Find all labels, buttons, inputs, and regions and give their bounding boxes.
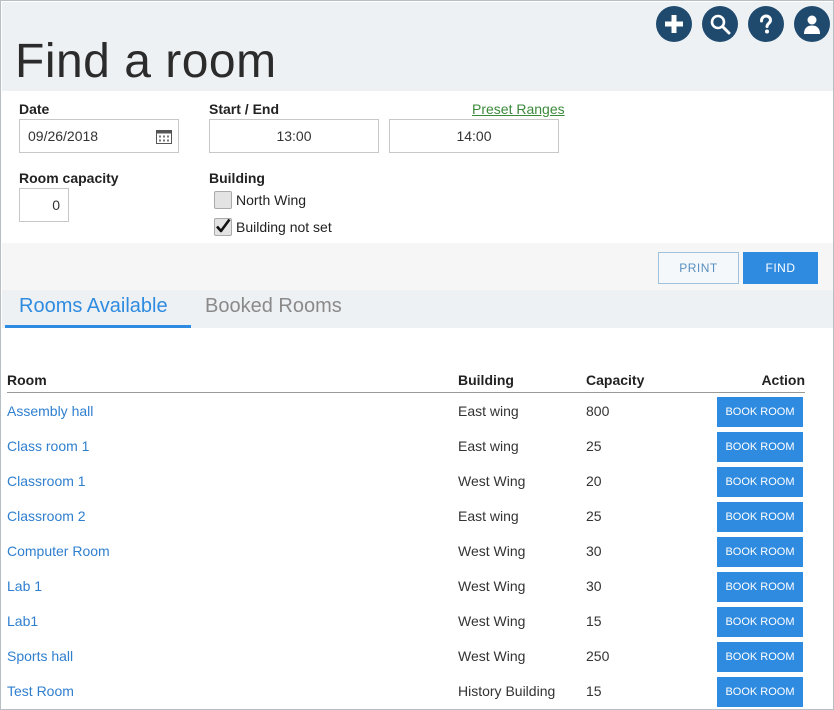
building-not-set-checkbox[interactable] — [214, 218, 232, 236]
table-row: Classroom 2 East wing 25 BOOK ROOM — [7, 498, 805, 533]
capacity-cell: 25 — [586, 508, 602, 524]
room-capacity-value: 0 — [52, 197, 60, 213]
date-label: Date — [19, 101, 50, 117]
capacity-cell: 30 — [586, 578, 602, 594]
room-link[interactable]: Sports hall — [7, 648, 73, 664]
north-wing-label: North Wing — [236, 192, 307, 208]
table-row: Class room 1 East wing 25 BOOK ROOM — [7, 428, 805, 463]
rooms-table: Room Building Capacity Action Assembly h… — [7, 369, 805, 708]
help-icon[interactable] — [748, 6, 784, 42]
table-row: Sports hall West Wing 250 BOOK ROOM — [7, 638, 805, 673]
building-cell: History Building — [458, 683, 556, 699]
action-bar: PRINT FIND — [2, 243, 833, 290]
end-time-value: 14:00 — [456, 128, 492, 144]
building-label: Building — [209, 170, 265, 186]
book-room-button[interactable]: BOOK ROOM — [717, 677, 803, 707]
book-room-button[interactable]: BOOK ROOM — [717, 467, 803, 497]
book-room-button[interactable]: BOOK ROOM — [717, 432, 803, 462]
building-cell: West Wing — [458, 543, 526, 559]
table-row: Classroom 1 West Wing 20 BOOK ROOM — [7, 463, 805, 498]
room-link[interactable]: Assembly hall — [7, 403, 93, 419]
user-icon[interactable] — [794, 6, 830, 42]
building-cell: East wing — [458, 508, 519, 524]
search-form: Date 09/26/2018 Start / End Preset Range… — [2, 91, 833, 243]
tab-rooms-available[interactable]: Rooms Available — [5, 295, 191, 328]
building-cell: East wing — [458, 438, 519, 454]
book-room-button[interactable]: BOOK ROOM — [717, 397, 803, 427]
table-row: Computer Room West Wing 30 BOOK ROOM — [7, 533, 805, 568]
building-not-set-label: Building not set — [236, 219, 332, 235]
find-button[interactable]: FIND — [743, 252, 818, 284]
building-option-north-wing[interactable]: North Wing — [214, 191, 306, 209]
column-header-capacity: Capacity — [586, 372, 645, 388]
building-cell: West Wing — [458, 613, 526, 629]
top-toolbar — [656, 6, 830, 42]
page-header: Find a room — [2, 2, 833, 91]
capacity-cell: 25 — [586, 438, 602, 454]
app-window: Find a room Date 09/26/2018 Start / End … — [0, 0, 834, 710]
capacity-cell: 15 — [586, 613, 602, 629]
capacity-cell: 800 — [586, 403, 610, 419]
room-link[interactable]: Classroom 2 — [7, 508, 86, 524]
preset-ranges-link[interactable]: Preset Ranges — [472, 101, 565, 117]
checkmark-icon — [216, 218, 231, 233]
print-button[interactable]: PRINT — [658, 252, 739, 284]
room-capacity-input[interactable]: 0 — [19, 188, 69, 222]
start-time-value: 13:00 — [276, 128, 312, 144]
building-option-not-set[interactable]: Building not set — [214, 218, 332, 236]
capacity-cell: 15 — [586, 683, 602, 699]
book-room-button[interactable]: BOOK ROOM — [717, 642, 803, 672]
search-icon[interactable] — [702, 6, 738, 42]
tab-booked-rooms[interactable]: Booked Rooms — [205, 295, 342, 328]
room-capacity-label: Room capacity — [19, 170, 119, 186]
room-link[interactable]: Classroom 1 — [7, 473, 86, 489]
capacity-cell: 20 — [586, 473, 602, 489]
book-room-button[interactable]: BOOK ROOM — [717, 537, 803, 567]
date-value: 09/26/2018 — [28, 128, 99, 144]
column-header-room: Room — [7, 372, 47, 388]
table-row: Assembly hall East wing 800 BOOK ROOM — [7, 393, 805, 428]
book-room-button[interactable]: BOOK ROOM — [717, 502, 803, 532]
building-cell: West Wing — [458, 648, 526, 664]
table-header: Room Building Capacity Action — [7, 369, 805, 393]
room-link[interactable]: Test Room — [7, 683, 74, 699]
table-row: Test Room History Building 15 BOOK ROOM — [7, 673, 805, 708]
start-end-label: Start / End — [209, 101, 280, 117]
room-link[interactable]: Lab1 — [7, 613, 38, 629]
date-input[interactable]: 09/26/2018 — [19, 119, 179, 153]
book-room-button[interactable]: BOOK ROOM — [717, 572, 803, 602]
column-header-action: Action — [761, 372, 805, 388]
room-link[interactable]: Lab 1 — [7, 578, 42, 594]
table-row: Lab1 West Wing 15 BOOK ROOM — [7, 603, 805, 638]
end-time-input[interactable]: 14:00 — [389, 119, 559, 153]
building-cell: West Wing — [458, 473, 526, 489]
room-link[interactable]: Computer Room — [7, 543, 110, 559]
page-title: Find a room — [15, 35, 277, 88]
capacity-cell: 250 — [586, 648, 610, 664]
column-header-building: Building — [458, 372, 514, 388]
building-cell: East wing — [458, 403, 519, 419]
north-wing-checkbox[interactable] — [214, 191, 232, 209]
calendar-icon[interactable] — [156, 129, 172, 144]
table-row: Lab 1 West Wing 30 BOOK ROOM — [7, 568, 805, 603]
room-link[interactable]: Class room 1 — [7, 438, 89, 454]
capacity-cell: 30 — [586, 543, 602, 559]
building-cell: West Wing — [458, 578, 526, 594]
book-room-button[interactable]: BOOK ROOM — [717, 607, 803, 637]
start-time-input[interactable]: 13:00 — [209, 119, 379, 153]
add-icon[interactable] — [656, 6, 692, 42]
results-tabs: Rooms Available Booked Rooms — [2, 290, 833, 328]
